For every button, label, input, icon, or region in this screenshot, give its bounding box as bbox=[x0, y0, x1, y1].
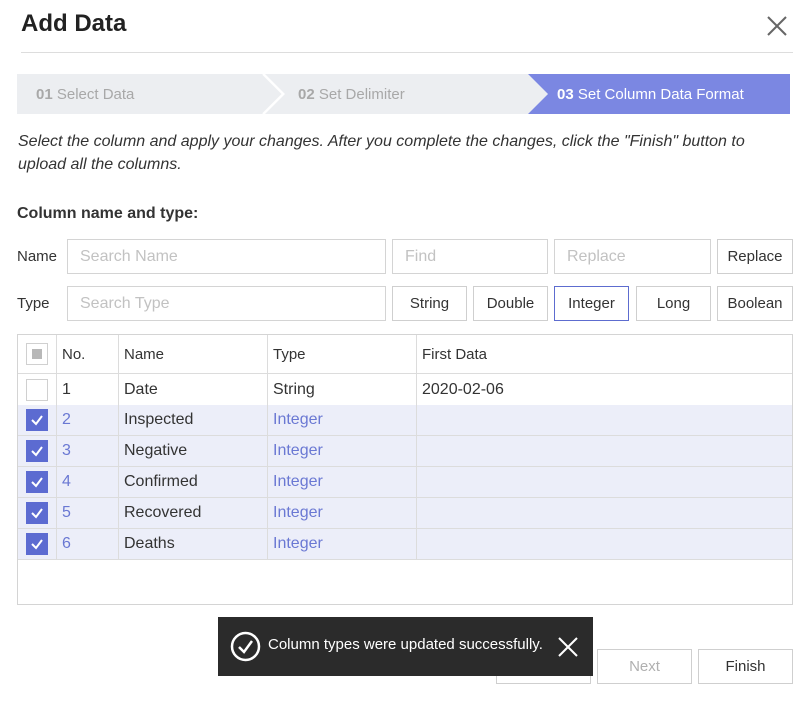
cell-no: 5 bbox=[56, 498, 118, 528]
finish-button[interactable]: Finish bbox=[698, 649, 793, 684]
type-string-button[interactable]: String bbox=[392, 286, 467, 321]
table-header: No. Name Type First Data bbox=[18, 335, 792, 374]
cell-first-data bbox=[416, 405, 792, 435]
header-type: Type bbox=[267, 335, 416, 373]
step-1-label: 01 Select Data bbox=[36, 86, 135, 103]
header-name: Name bbox=[118, 335, 267, 373]
cell-type: Integer bbox=[267, 498, 416, 528]
name-row-label: Name bbox=[17, 248, 58, 265]
row-checkbox[interactable] bbox=[26, 440, 48, 462]
cell-no: 4 bbox=[56, 467, 118, 497]
row-checkbox[interactable] bbox=[26, 378, 48, 401]
toast-notification: Column types were updated successfully. bbox=[218, 617, 593, 676]
cell-no: 1 bbox=[56, 374, 118, 405]
row-checkbox[interactable] bbox=[26, 502, 48, 524]
search-name-input[interactable] bbox=[67, 239, 386, 274]
check-icon bbox=[31, 446, 43, 457]
close-icon bbox=[767, 16, 787, 36]
cell-name: Confirmed bbox=[118, 467, 267, 497]
find-input[interactable] bbox=[392, 239, 548, 274]
cell-no: 3 bbox=[56, 436, 118, 466]
table-row[interactable]: 2 Inspected Integer bbox=[18, 405, 792, 436]
cell-type: Integer bbox=[267, 529, 416, 559]
step-2-label: 02 Set Delimiter bbox=[298, 86, 405, 103]
select-all-checkbox[interactable] bbox=[26, 343, 48, 365]
cell-first-data bbox=[416, 529, 792, 559]
table-row[interactable]: 3 Negative Integer bbox=[18, 436, 792, 467]
type-row-label: Type bbox=[17, 295, 50, 312]
cell-type: Integer bbox=[267, 436, 416, 466]
cell-first-data: 2020-02-06 bbox=[416, 374, 792, 405]
cell-name: Recovered bbox=[118, 498, 267, 528]
header-first-data: First Data bbox=[416, 335, 792, 373]
close-dialog-button[interactable] bbox=[764, 13, 790, 39]
cell-name: Inspected bbox=[118, 405, 267, 435]
cell-no: 2 bbox=[56, 405, 118, 435]
cell-name: Negative bbox=[118, 436, 267, 466]
replace-button[interactable]: Replace bbox=[717, 239, 793, 274]
search-type-input[interactable] bbox=[67, 286, 386, 321]
table-row[interactable]: 4 Confirmed Integer bbox=[18, 467, 792, 498]
cell-first-data bbox=[416, 467, 792, 497]
stepper: 01 Select Data 02 Set Delimiter 03 Set C… bbox=[17, 74, 790, 114]
row-checkbox[interactable] bbox=[26, 533, 48, 555]
cell-first-data bbox=[416, 498, 792, 528]
title-divider bbox=[21, 52, 793, 53]
cell-type: Integer bbox=[267, 467, 416, 497]
type-long-button[interactable]: Long bbox=[636, 286, 711, 321]
step-3-label: 03 Set Column Data Format bbox=[557, 86, 744, 103]
row-checkbox[interactable] bbox=[26, 471, 48, 493]
columns-table: No. Name Type First Data 1 Date String 2020… bbox=[17, 334, 793, 605]
circle-check-icon bbox=[230, 631, 261, 662]
check-icon bbox=[31, 508, 43, 519]
table-row[interactable]: 6 Deaths Integer bbox=[18, 529, 792, 560]
cell-no: 6 bbox=[56, 529, 118, 559]
cell-first-data bbox=[416, 436, 792, 466]
type-double-button[interactable]: Double bbox=[473, 286, 548, 321]
toast-message: Column types were updated successfully. bbox=[268, 636, 543, 653]
dialog-title: Add Data bbox=[21, 10, 127, 37]
cell-type: Integer bbox=[267, 405, 416, 435]
row-checkbox[interactable] bbox=[26, 409, 48, 431]
section-title: Column name and type: bbox=[17, 205, 199, 222]
type-boolean-button[interactable]: Boolean bbox=[717, 286, 793, 321]
instructions-text: Select the column and apply your changes… bbox=[18, 133, 745, 173]
next-button[interactable]: Next bbox=[597, 649, 692, 684]
cell-name: Date bbox=[118, 374, 267, 405]
table-row[interactable]: 5 Recovered Integer bbox=[18, 498, 792, 529]
check-icon bbox=[31, 477, 43, 488]
cell-name: Deaths bbox=[118, 529, 267, 559]
type-integer-button[interactable]: Integer bbox=[554, 286, 629, 321]
header-no: No. bbox=[56, 335, 118, 373]
check-icon bbox=[31, 539, 43, 550]
replace-input[interactable] bbox=[554, 239, 711, 274]
cell-type: String bbox=[267, 374, 416, 405]
toast-close-icon[interactable] bbox=[557, 636, 579, 658]
check-icon bbox=[31, 415, 43, 426]
table-row[interactable]: 1 Date String 2020-02-06 bbox=[18, 374, 792, 406]
